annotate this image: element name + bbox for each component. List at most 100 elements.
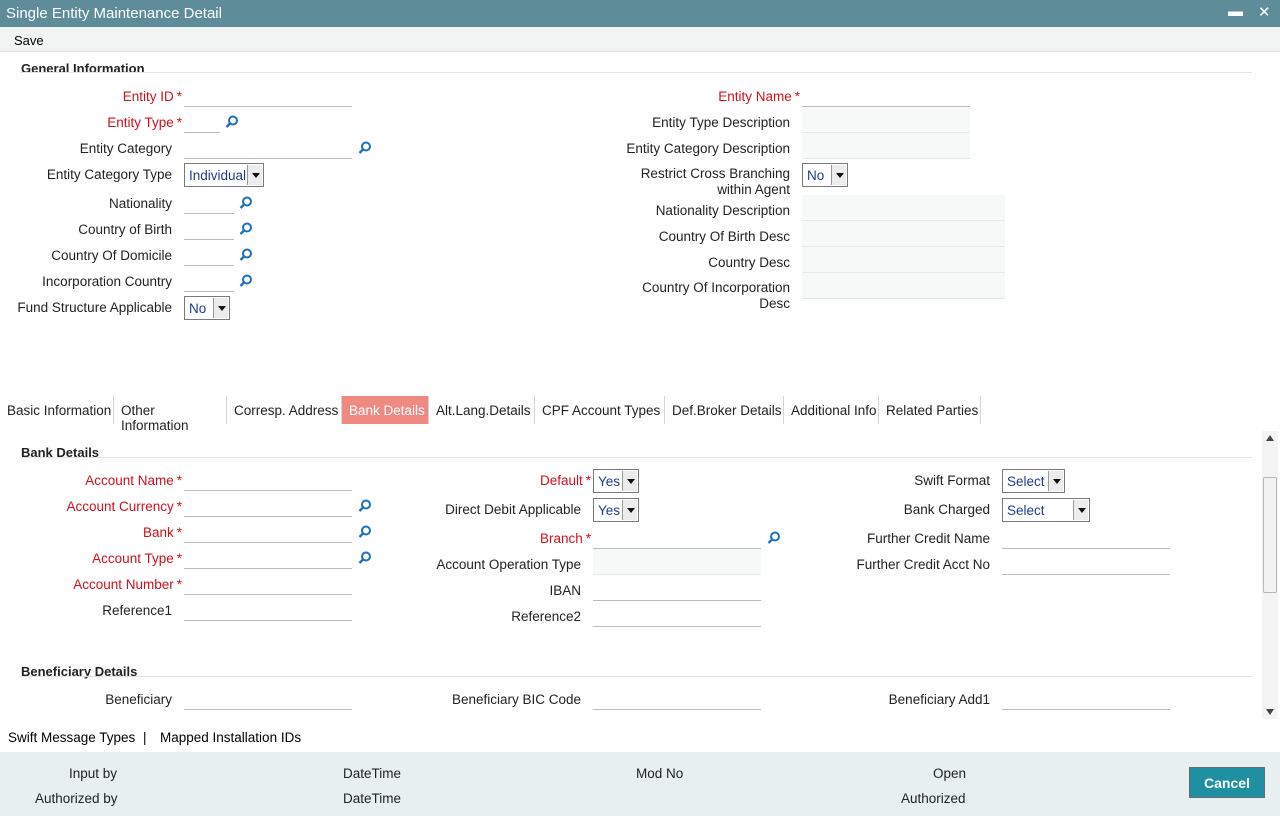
iban-input[interactable]	[593, 575, 761, 601]
scroll-up-icon[interactable]	[1266, 435, 1274, 441]
datetime-label: DateTime	[343, 791, 402, 806]
close-icon[interactable]: ✕	[1258, 3, 1271, 21]
direct-debit-select[interactable]: Yes	[593, 498, 639, 522]
tab-other-information[interactable]: Other Information	[114, 396, 227, 433]
tab-additional-info[interactable]: Additional Info	[784, 396, 879, 424]
general-information-title: General Information	[21, 61, 145, 76]
menu-bar: Save	[0, 27, 1280, 52]
search-icon[interactable]	[358, 525, 372, 539]
chevron-down-icon	[622, 500, 637, 520]
entity-type-desc-field	[802, 107, 970, 133]
account-name-label: Account Name *	[85, 473, 182, 488]
fund-structure-select[interactable]: No	[184, 296, 230, 320]
beneficiary-bic-label: Beneficiary BIC Code	[451, 692, 581, 707]
bank-charged-label: Bank Charged	[903, 502, 990, 517]
country-of-domicile-label: Country Of Domicile	[51, 248, 172, 263]
save-button[interactable]: Save	[14, 33, 44, 48]
account-name-input[interactable]	[184, 465, 352, 491]
default-label: Default *	[539, 473, 591, 488]
search-icon[interactable]	[239, 274, 253, 288]
reference2-input[interactable]	[593, 601, 761, 627]
iban-label: IBAN	[549, 583, 581, 598]
search-icon[interactable]	[239, 248, 253, 262]
account-type-input[interactable]	[184, 543, 352, 569]
tab-alt-lang-details[interactable]: Alt.Lang.Details	[429, 396, 535, 424]
beneficiary-add1-input[interactable]	[1002, 684, 1170, 710]
swift-format-select[interactable]: Select	[1002, 469, 1065, 493]
country-of-domicile-input[interactable]	[184, 240, 234, 266]
tab-related-parties[interactable]: Related Parties	[879, 396, 981, 424]
window-title: Single Entity Maintenance Detail	[6, 5, 222, 22]
direct-debit-label: Direct Debit Applicable	[445, 502, 581, 517]
default-select[interactable]: Yes	[593, 469, 639, 493]
reference2-label: Reference2	[511, 609, 581, 624]
entity-category-input[interactable]	[184, 133, 352, 159]
input-by-label: Input by	[69, 766, 118, 781]
tab-corresp-address[interactable]: Corresp. Address	[227, 396, 342, 424]
incorporation-country-label: Incorporation Country	[42, 274, 172, 289]
authorized-by-label: Authorized by	[35, 791, 118, 806]
mapped-installation-ids-link[interactable]: Mapped Installation IDs	[160, 730, 301, 745]
search-icon[interactable]	[239, 196, 253, 210]
entity-category-type-select[interactable]: Individual	[184, 163, 264, 187]
country-birth-desc-label: Country Of Birth Desc	[658, 229, 790, 244]
minimize-icon[interactable]: ▬	[1228, 3, 1243, 20]
link-separator: |	[143, 730, 147, 745]
further-credit-name-input[interactable]	[1002, 523, 1170, 549]
chevron-down-icon	[1073, 500, 1088, 520]
cancel-button[interactable]: Cancel	[1189, 767, 1265, 798]
chevron-down-icon	[622, 471, 637, 491]
tab-def-broker-details[interactable]: Def.Broker Details	[665, 396, 784, 424]
country-of-birth-input[interactable]	[184, 214, 234, 240]
tab-basic-information[interactable]: Basic Information	[0, 396, 114, 424]
search-icon[interactable]	[767, 531, 781, 545]
datetime-label: DateTime	[343, 766, 402, 781]
country-of-birth-label: Country of Birth	[78, 222, 172, 237]
scroll-down-icon[interactable]	[1266, 709, 1274, 715]
scrollbar-thumb[interactable]	[1263, 477, 1277, 593]
further-credit-acct-label: Further Credit Acct No	[856, 557, 990, 572]
tab-bank-details[interactable]: Bank Details	[342, 396, 429, 424]
nationality-label: Nationality	[108, 196, 172, 211]
entity-category-label: Entity Category	[79, 141, 172, 156]
beneficiary-input[interactable]	[184, 684, 352, 710]
search-icon[interactable]	[358, 551, 372, 565]
reference1-input[interactable]	[184, 595, 352, 621]
nationality-desc-label: Nationality Description	[655, 203, 790, 218]
section-divider	[20, 457, 1252, 458]
nationality-desc-field	[802, 195, 1005, 221]
account-operation-type-field	[593, 549, 761, 575]
account-type-label: Account Type *	[92, 551, 182, 566]
restrict-cross-branching-select[interactable]: No	[802, 163, 848, 187]
entity-name-input[interactable]	[802, 81, 970, 107]
window-titlebar: Single Entity Maintenance Detail ▬ ✕	[0, 0, 1280, 27]
nationality-input[interactable]	[184, 188, 234, 214]
open-status-label: Open	[933, 766, 967, 781]
beneficiary-bic-input[interactable]	[593, 684, 761, 710]
branch-input[interactable]	[593, 523, 761, 549]
tab-bar: Basic Information Other Information Corr…	[0, 396, 1280, 433]
search-icon[interactable]	[225, 115, 239, 129]
swift-message-types-link[interactable]: Swift Message Types	[8, 730, 135, 745]
restrict-cross-branching-label: Restrict Cross Branching within Agent	[640, 166, 790, 197]
tab-cpf-account-types[interactable]: CPF Account Types	[535, 396, 665, 424]
entity-id-input[interactable]	[184, 81, 352, 107]
entity-id-label: Entity ID *	[122, 89, 182, 104]
account-number-input[interactable]	[184, 569, 352, 595]
incorporation-country-input[interactable]	[184, 266, 234, 292]
section-divider	[20, 72, 1252, 73]
vertical-scrollbar[interactable]	[1262, 431, 1278, 719]
entity-category-desc-field	[802, 133, 970, 159]
further-credit-acct-input[interactable]	[1002, 549, 1170, 575]
bank-input[interactable]	[184, 517, 352, 543]
swift-format-label: Swift Format	[914, 473, 990, 488]
bank-charged-select[interactable]: Select	[1002, 498, 1090, 522]
entity-type-input[interactable]	[184, 107, 220, 133]
search-icon[interactable]	[358, 141, 372, 155]
account-currency-input[interactable]	[184, 491, 352, 517]
beneficiary-add1-label: Beneficiary Add1	[888, 692, 990, 707]
search-icon[interactable]	[358, 499, 372, 513]
authorized-status-label: Authorized	[901, 791, 966, 806]
chevron-down-icon	[831, 165, 846, 185]
search-icon[interactable]	[239, 222, 253, 236]
